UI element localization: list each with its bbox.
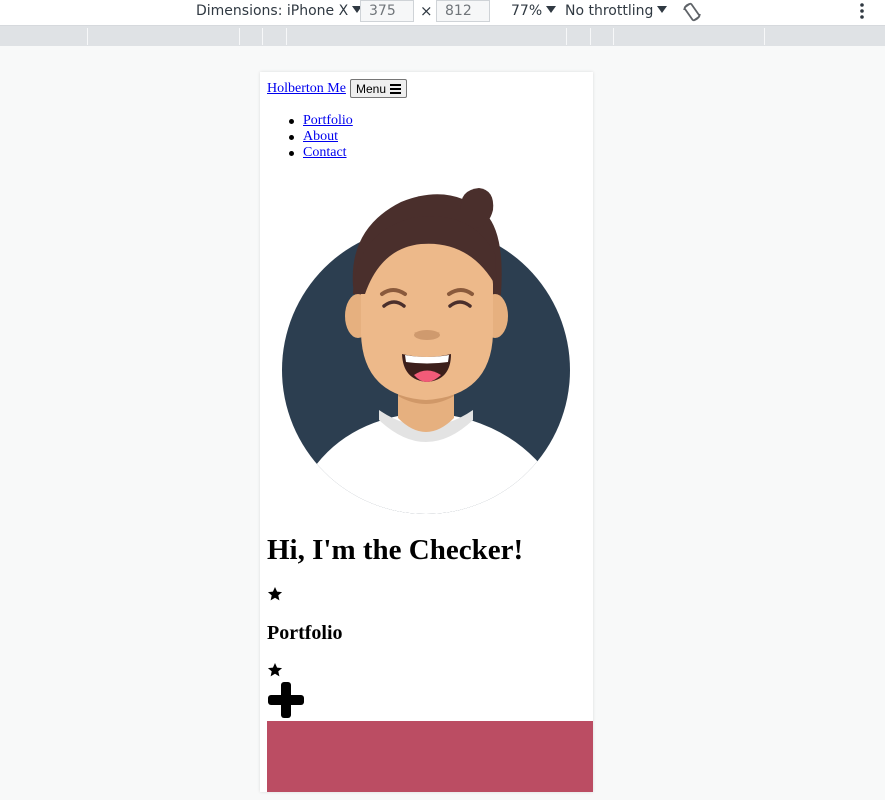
more-vertical-icon [860,3,864,19]
throttling-select[interactable]: No throttling [565,0,668,25]
menu-button[interactable]: Menu [350,79,407,98]
portfolio-card [267,721,593,792]
rotate-button[interactable] [681,0,703,25]
width-input[interactable]: 375 [360,0,414,22]
dimension-separator: × [420,2,433,20]
ruler-tick[interactable] [764,28,765,45]
ruler-tick[interactable] [286,28,287,45]
rotate-icon [683,2,701,22]
throttling-select-label: No throttling [565,3,654,19]
bullet [289,119,294,124]
device-select[interactable]: Dimensions: iPhone X [196,0,363,25]
hamburger-icon [390,82,402,96]
nav-link-contact[interactable]: Contact [303,145,347,161]
zoom-select[interactable]: 77% [511,0,557,25]
star-icon [267,587,283,601]
zoom-select-label: 77% [511,3,543,19]
nav-link-portfolio[interactable]: Portfolio [303,113,353,129]
bullet [289,151,294,156]
bullet [289,135,294,140]
height-input[interactable]: 812 [436,0,490,22]
ruler-tick[interactable] [87,28,88,45]
menu-button-label: Menu [355,81,387,96]
chevron-down-icon [546,6,557,13]
chevron-down-icon [657,6,668,13]
media-query-ruler [0,26,885,46]
brand-link[interactable]: Holberton Me [267,81,346,97]
ruler-tick[interactable] [239,28,240,45]
more-options-button[interactable] [855,0,869,25]
page-viewport: Holberton Me Menu Portfolio About Contac… [260,72,593,792]
ruler-tick[interactable] [613,28,614,45]
star-icon [267,663,283,677]
ruler-tick[interactable] [590,28,591,45]
ruler-tick[interactable] [262,28,263,45]
hero-title: Hi, I'm the Checker! [267,534,524,566]
plus-icon[interactable] [267,681,305,719]
device-select-label: Dimensions: iPhone X [196,3,349,19]
portfolio-heading: Portfolio [267,622,343,644]
avatar-illustration [282,188,570,514]
nav-link-about[interactable]: About [303,129,338,145]
ruler-tick[interactable] [566,28,567,45]
device-toolbar: Dimensions: iPhone X 375 × 812 77% No th… [0,0,885,26]
